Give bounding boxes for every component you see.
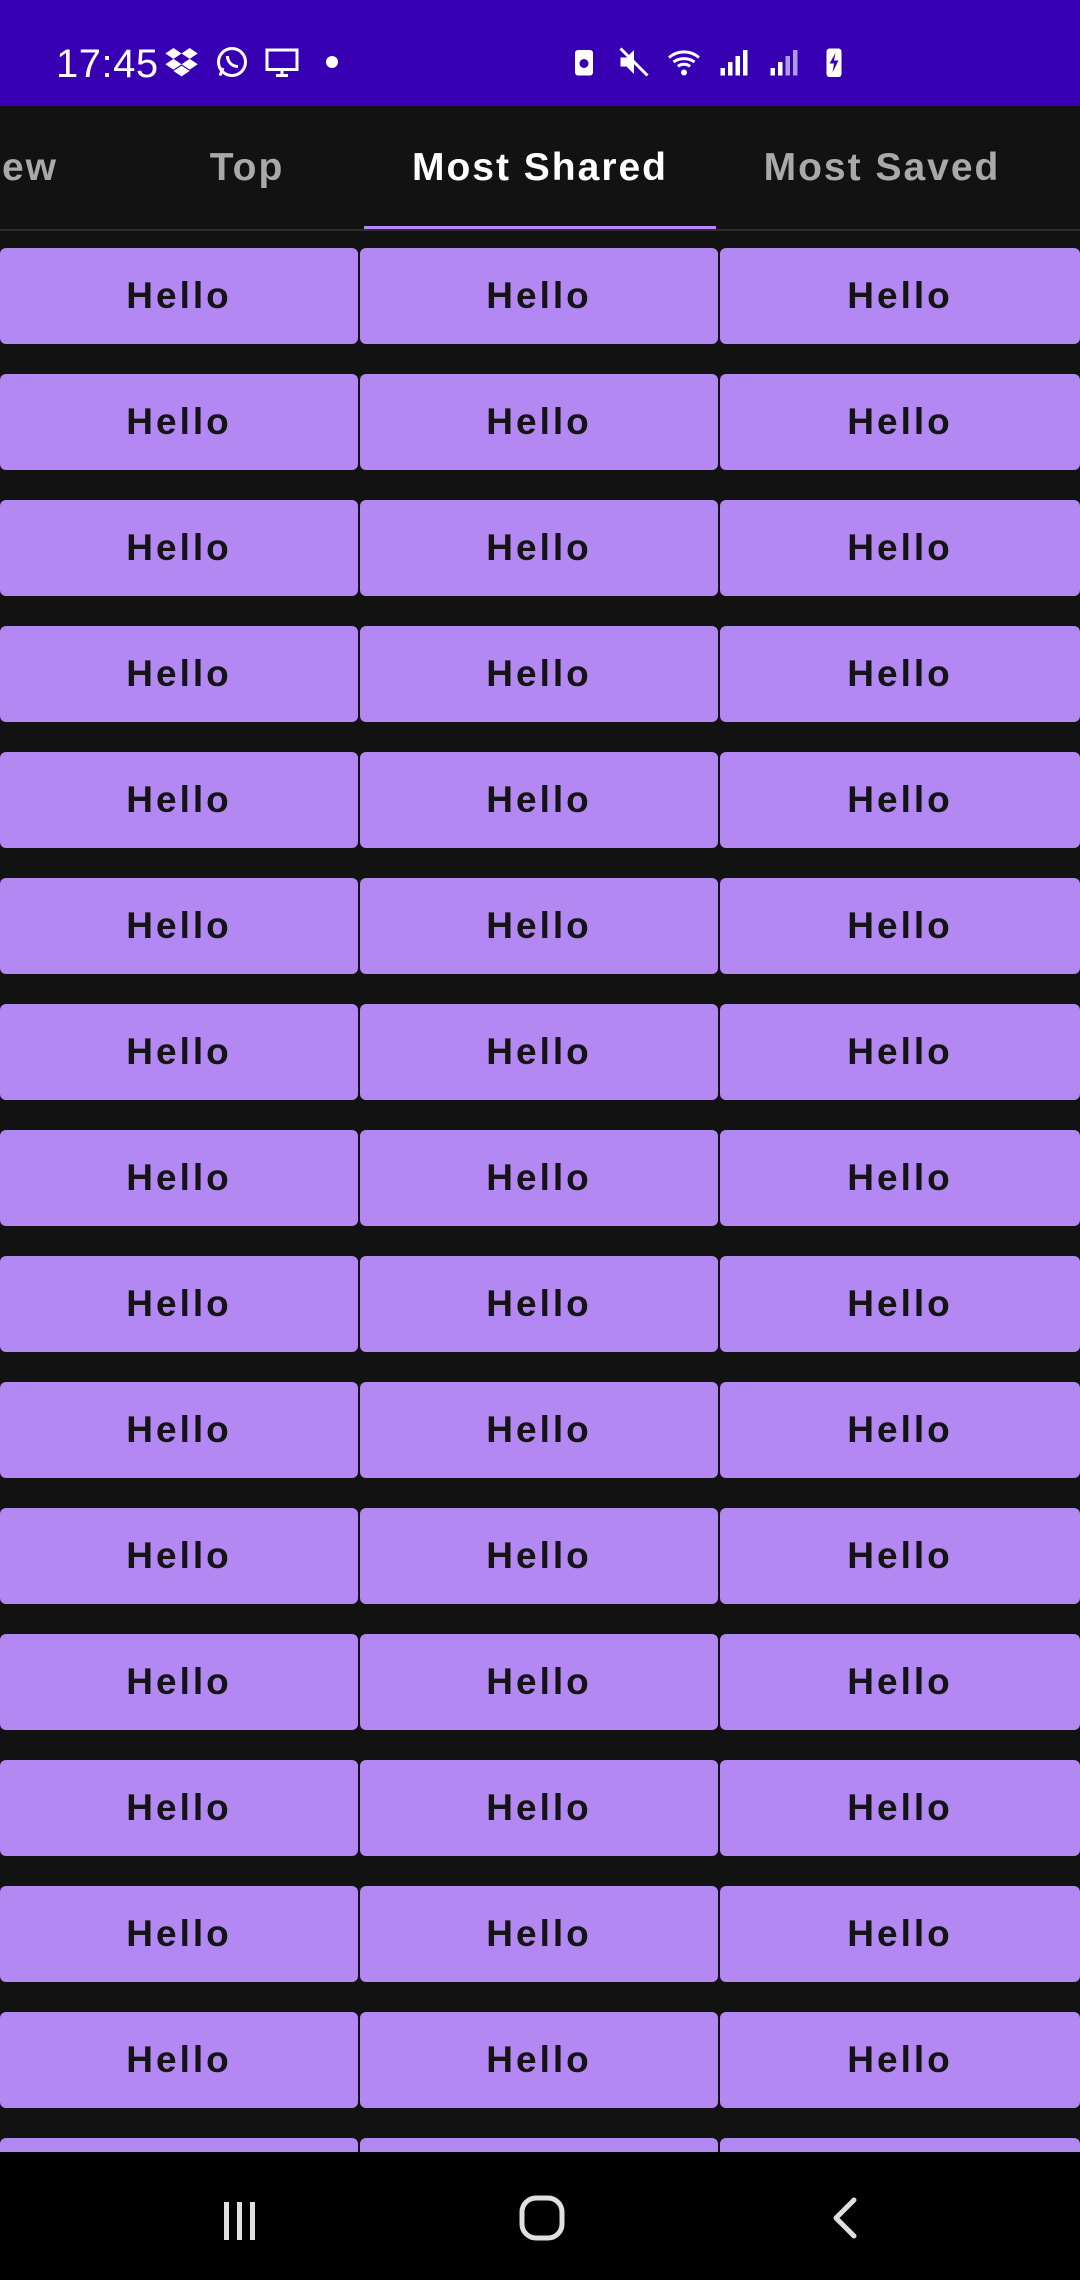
- hello-button[interactable]: Hello: [0, 500, 358, 596]
- hello-button[interactable]: Hello: [360, 752, 718, 848]
- battery-charging-icon: [816, 44, 852, 80]
- hello-button[interactable]: Hello: [720, 626, 1080, 722]
- status-left-icons: [164, 44, 350, 80]
- hello-button[interactable]: Hello: [0, 1382, 358, 1478]
- status-right-icons: [566, 44, 852, 80]
- hello-button[interactable]: Hello: [360, 1508, 718, 1604]
- grid-row: Hello Hello Hello: [0, 248, 1080, 344]
- recents-icon[interactable]: [204, 2182, 276, 2254]
- hello-button[interactable]: Hello: [0, 626, 358, 722]
- grid-row: Hello Hello Hello: [0, 1634, 1080, 1730]
- hello-button[interactable]: Hello: [720, 1256, 1080, 1352]
- grid-row: Hello Hello Hello: [0, 1760, 1080, 1856]
- hello-button[interactable]: Hello: [360, 878, 718, 974]
- hello-button[interactable]: Hello: [360, 374, 718, 470]
- hello-button[interactable]: Hello: [360, 1256, 718, 1352]
- cast-screen-icon: [264, 44, 300, 80]
- hello-button[interactable]: Hello: [720, 1508, 1080, 1604]
- hello-button[interactable]: Hello: [0, 1634, 358, 1730]
- grid-row: Hello Hello Hello: [0, 878, 1080, 974]
- grid-row: Hello Hello Hello: [0, 752, 1080, 848]
- hello-button[interactable]: Hello: [720, 374, 1080, 470]
- grid-row: Hello Hello Hello: [0, 1382, 1080, 1478]
- hello-button[interactable]: Hello: [0, 248, 358, 344]
- hello-button[interactable]: Hello: [720, 1760, 1080, 1856]
- hello-button[interactable]: Hello: [360, 1886, 718, 1982]
- battery-saver-icon: [566, 44, 602, 80]
- hello-button[interactable]: Hello: [360, 500, 718, 596]
- hello-button[interactable]: Hello: [720, 1004, 1080, 1100]
- status-bar: 17:45: [0, 0, 1080, 106]
- hello-button[interactable]: Hello: [0, 1130, 358, 1226]
- hello-button[interactable]: Hello: [0, 878, 358, 974]
- mute-icon: [616, 44, 652, 80]
- grid-row: Hello Hello Hello: [0, 1004, 1080, 1100]
- grid-row: Hello Hello Hello: [0, 626, 1080, 722]
- signal-icon: [716, 44, 752, 80]
- hello-button[interactable]: Hello: [360, 626, 718, 722]
- tab-top[interactable]: Top: [130, 106, 364, 230]
- hello-button[interactable]: Hello: [720, 248, 1080, 344]
- tab-most-shared[interactable]: Most Shared: [364, 106, 716, 230]
- wifi-icon: [666, 44, 702, 80]
- grid-row: Hello Hello Hello: [0, 1256, 1080, 1352]
- grid-row: Hello Hello Hello: [0, 2012, 1080, 2108]
- dropbox-icon: [164, 44, 200, 80]
- tab-bar: ew Top Most Shared Most Saved: [0, 106, 1080, 230]
- hello-button[interactable]: Hello: [0, 374, 358, 470]
- grid-row: Hello Hello Hello: [0, 500, 1080, 596]
- hello-button[interactable]: [0, 2138, 358, 2152]
- tab-new[interactable]: ew: [0, 106, 120, 230]
- hello-button[interactable]: Hello: [720, 1382, 1080, 1478]
- grid-row: Hello Hello Hello: [0, 374, 1080, 470]
- hello-button[interactable]: Hello: [360, 1130, 718, 1226]
- hello-button[interactable]: Hello: [360, 2012, 718, 2108]
- button-grid: Hello Hello Hello Hello Hello Hello Hell…: [0, 248, 1080, 2152]
- tab-most-saved[interactable]: Most Saved: [716, 106, 1048, 230]
- hello-button[interactable]: Hello: [360, 1382, 718, 1478]
- hello-button[interactable]: [360, 2138, 718, 2152]
- hello-button[interactable]: Hello: [0, 1886, 358, 1982]
- hello-button[interactable]: Hello: [0, 752, 358, 848]
- hello-button[interactable]: Hello: [360, 1004, 718, 1100]
- hello-button[interactable]: Hello: [720, 1130, 1080, 1226]
- status-time: 17:45: [56, 42, 159, 86]
- hello-button[interactable]: Hello: [720, 878, 1080, 974]
- hello-button[interactable]: Hello: [720, 752, 1080, 848]
- hello-button[interactable]: Hello: [0, 1760, 358, 1856]
- hello-button[interactable]: Hello: [0, 2012, 358, 2108]
- back-icon[interactable]: [810, 2182, 882, 2254]
- grid-row: Hello Hello Hello: [0, 1130, 1080, 1226]
- hello-button[interactable]: Hello: [0, 1256, 358, 1352]
- hello-button[interactable]: Hello: [360, 248, 718, 344]
- hello-button[interactable]: Hello: [720, 1886, 1080, 1982]
- hello-button[interactable]: Hello: [0, 1004, 358, 1100]
- grid-row: Hello Hello Hello: [0, 1886, 1080, 1982]
- hello-button[interactable]: Hello: [360, 1760, 718, 1856]
- hello-button[interactable]: Hello: [0, 1508, 358, 1604]
- grid-row: [0, 2138, 1080, 2152]
- hello-button[interactable]: Hello: [360, 1634, 718, 1730]
- hello-button[interactable]: Hello: [720, 1634, 1080, 1730]
- hello-button[interactable]: Hello: [720, 500, 1080, 596]
- navigation-bar: [0, 2152, 1080, 2280]
- hello-button[interactable]: [720, 2138, 1080, 2152]
- whatsapp-icon: [214, 44, 250, 80]
- home-icon[interactable]: [506, 2182, 578, 2254]
- dot-icon: [314, 44, 350, 80]
- grid-row: Hello Hello Hello: [0, 1508, 1080, 1604]
- tab-divider: [0, 229, 1080, 231]
- hello-button[interactable]: Hello: [720, 2012, 1080, 2108]
- signal-2-icon: [766, 44, 802, 80]
